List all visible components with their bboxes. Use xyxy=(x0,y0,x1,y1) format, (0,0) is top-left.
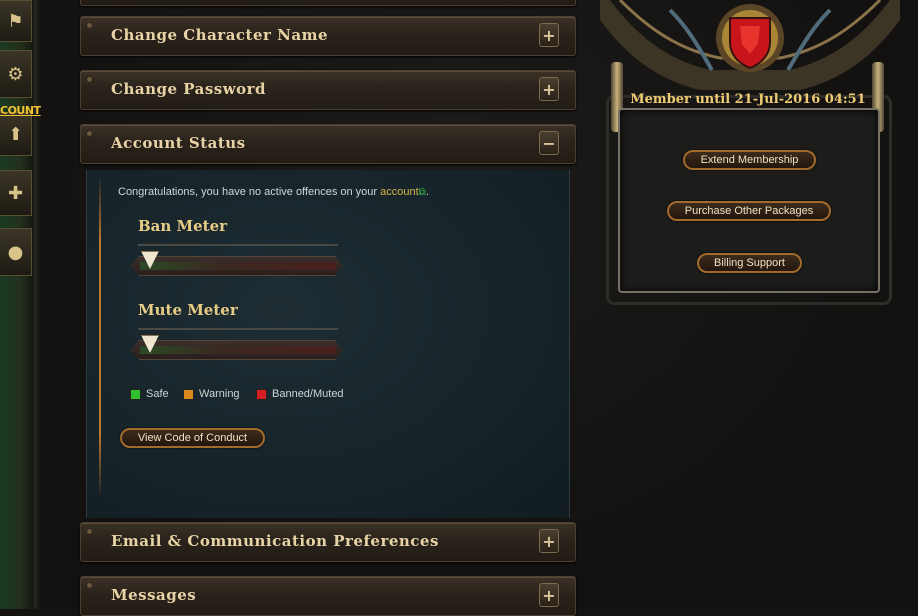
rivet-icon xyxy=(87,529,92,534)
section-change-password[interactable]: Change Password + xyxy=(80,70,576,110)
legend-label: Warning xyxy=(199,388,240,400)
mute-meter-gradient xyxy=(140,346,336,354)
legend-banned: Banned/Muted xyxy=(256,388,344,400)
banned-swatch xyxy=(256,388,267,400)
panel-accent-line xyxy=(99,176,101,498)
billing-support-button[interactable]: Billing Support xyxy=(697,253,802,273)
section-bar-previous xyxy=(80,0,576,6)
external-link-icon[interactable]: ⧉ xyxy=(419,187,426,198)
section-account-status[interactable]: Account Status − xyxy=(80,124,576,164)
section-title: Change Password xyxy=(111,80,267,98)
crest-emblem-icon xyxy=(600,0,900,90)
gear-icon[interactable]: ⚙ xyxy=(0,50,32,98)
extend-membership-button[interactable]: Extend Membership xyxy=(683,150,816,170)
rivet-icon xyxy=(87,131,92,136)
ban-meter-title: Ban Meter xyxy=(138,217,228,235)
expand-plus-icon[interactable]: + xyxy=(539,529,559,553)
expand-plus-icon[interactable]: + xyxy=(539,583,559,607)
view-code-of-conduct-button[interactable]: View Code of Conduct xyxy=(120,428,265,448)
status-message-text: Congratulations, you have no active offe… xyxy=(118,186,381,198)
mute-meter-rail xyxy=(138,328,338,330)
mute-meter-track xyxy=(131,340,343,360)
status-message: Congratulations, you have no active offe… xyxy=(118,186,429,198)
rivet-icon xyxy=(87,583,92,588)
section-title: Account Status xyxy=(111,134,246,152)
section-title: Messages xyxy=(111,586,197,604)
flag-icon[interactable]: ⚑ xyxy=(0,0,32,42)
account-icon[interactable]: ⬆ xyxy=(0,112,32,156)
membership-status: Member until 21-Jul-2016 04:51 xyxy=(630,92,866,107)
collapse-minus-icon[interactable]: − xyxy=(539,131,559,155)
safe-swatch xyxy=(130,388,141,400)
rivet-icon xyxy=(87,23,92,28)
section-title: Email & Communication Preferences xyxy=(111,532,439,550)
purchase-other-packages-button[interactable]: Purchase Other Packages xyxy=(667,201,831,221)
legend-label: Safe xyxy=(146,388,169,400)
status-message-suffix: . xyxy=(425,186,429,198)
warning-swatch xyxy=(183,388,194,400)
left-sidebar-edge xyxy=(34,0,40,609)
ban-meter-rail xyxy=(138,244,338,246)
section-email-preferences[interactable]: Email & Communication Preferences + xyxy=(80,522,576,562)
bomb-icon[interactable]: ● xyxy=(0,228,32,276)
mute-meter-title: Mute Meter xyxy=(138,301,238,319)
section-change-character-name[interactable]: Change Character Name + xyxy=(80,16,576,56)
legend-safe: Safe xyxy=(130,388,169,400)
section-title: Change Character Name xyxy=(111,26,328,44)
ban-meter-track xyxy=(131,256,343,276)
expand-plus-icon[interactable]: + xyxy=(539,77,559,101)
account-nav-label[interactable]: COUNT xyxy=(0,104,41,117)
ban-meter-gradient xyxy=(140,262,336,270)
legend-warning: Warning xyxy=(183,388,240,400)
rivet-icon xyxy=(87,77,92,82)
expand-plus-icon[interactable]: + xyxy=(539,23,559,47)
legend-label: Banned/Muted xyxy=(272,388,344,400)
add-friend-icon[interactable]: ✚ xyxy=(0,170,32,216)
account-link[interactable]: account xyxy=(380,186,419,198)
section-messages[interactable]: Messages + xyxy=(80,576,576,616)
